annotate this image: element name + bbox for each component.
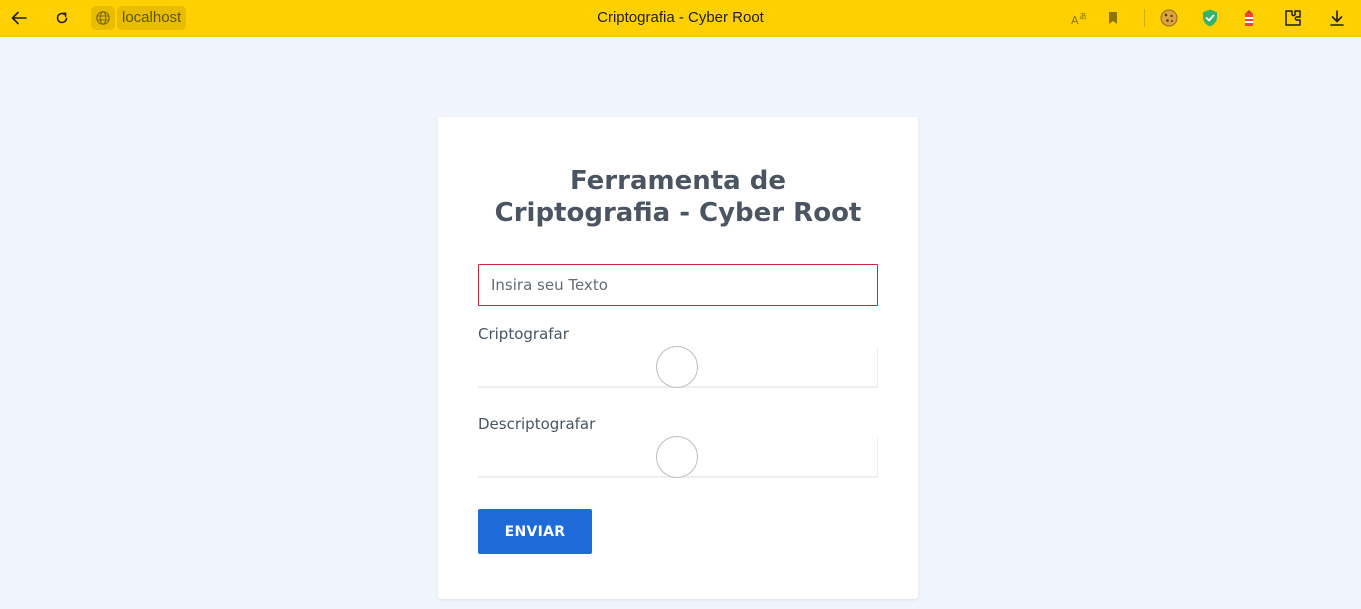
crypto-form-card: Ferramenta de Criptografia - Cyber Root … bbox=[438, 117, 918, 599]
decrypt-toggle-thumb[interactable] bbox=[656, 436, 698, 478]
extensions-button[interactable] bbox=[1281, 6, 1305, 30]
reload-icon bbox=[56, 12, 68, 24]
bookmark-button[interactable] bbox=[1101, 6, 1125, 30]
lighthouse-extension-button[interactable] bbox=[1237, 6, 1261, 30]
translate-button[interactable]: A あ bbox=[1068, 6, 1092, 30]
reload-button[interactable] bbox=[49, 6, 75, 30]
downloads-button[interactable] bbox=[1325, 6, 1349, 30]
browser-toolbar: localhost Criptografia - Cyber Root A あ bbox=[0, 0, 1361, 37]
arrow-left-icon bbox=[11, 11, 27, 25]
address-text[interactable]: localhost bbox=[117, 6, 187, 30]
svg-text:あ: あ bbox=[1079, 12, 1087, 21]
svg-text:A: A bbox=[1071, 14, 1079, 27]
decrypt-label: Descriptografar bbox=[478, 415, 596, 433]
page-title: Ferramenta de Criptografia - Cyber Root bbox=[494, 166, 862, 228]
toolbar-divider bbox=[1144, 9, 1145, 27]
decrypt-toggle[interactable] bbox=[478, 436, 878, 478]
encrypt-label: Criptografar bbox=[478, 325, 569, 343]
lighthouse-icon bbox=[1245, 10, 1253, 26]
translate-icon: A あ bbox=[1071, 12, 1087, 27]
submit-button[interactable]: ENVIAR bbox=[478, 509, 592, 554]
shield-check-icon bbox=[1203, 9, 1217, 27]
text-input[interactable] bbox=[478, 264, 878, 306]
encrypt-toggle-thumb[interactable] bbox=[656, 346, 698, 388]
globe-icon bbox=[96, 11, 110, 25]
address-bar[interactable]: localhost bbox=[91, 6, 191, 30]
shield-extension-button[interactable] bbox=[1198, 6, 1222, 30]
back-button[interactable] bbox=[6, 6, 32, 30]
cookie-extension-button[interactable] bbox=[1157, 6, 1181, 30]
cookie-icon bbox=[1160, 9, 1178, 27]
site-info-button[interactable] bbox=[91, 6, 115, 30]
puzzle-icon bbox=[1285, 10, 1301, 26]
bookmark-icon bbox=[1109, 12, 1117, 24]
download-icon bbox=[1330, 10, 1344, 26]
encrypt-toggle[interactable] bbox=[478, 346, 878, 388]
